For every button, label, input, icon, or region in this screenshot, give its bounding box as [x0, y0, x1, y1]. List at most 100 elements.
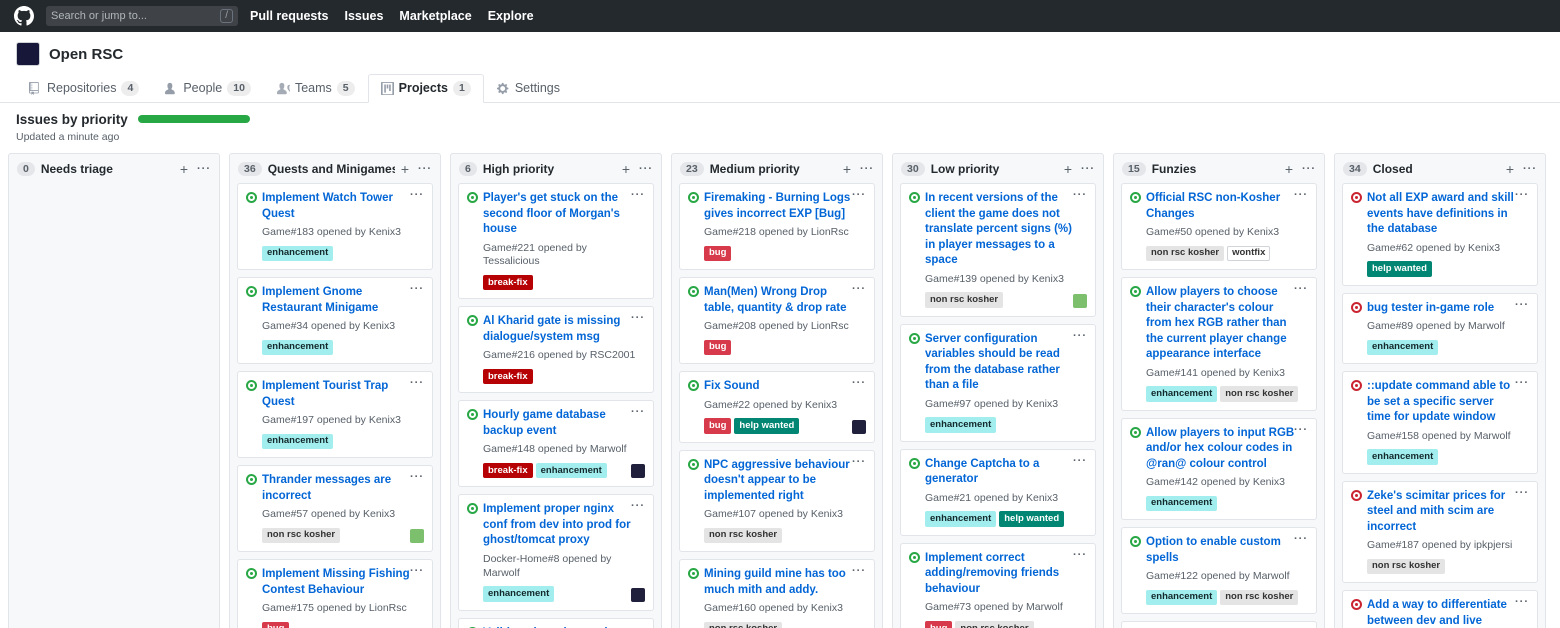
card-menu-button[interactable]: ···: [1294, 189, 1308, 201]
card-menu-button[interactable]: ···: [1515, 299, 1529, 311]
search-box[interactable]: /: [46, 6, 238, 26]
card-menu-button[interactable]: ···: [410, 189, 424, 201]
nav-explore[interactable]: Explore: [488, 9, 534, 23]
issue-card[interactable]: ··· Option to enable custom spells Game#…: [1121, 527, 1317, 614]
issue-card[interactable]: ··· Validate that a human is creating ch…: [458, 618, 654, 628]
issue-card[interactable]: ··· NPC aggressive behaviour doesn't app…: [679, 450, 875, 553]
card-menu-button[interactable]: ···: [1294, 533, 1308, 545]
issue-card[interactable]: ··· Allow players to input RGB and/or he…: [1121, 418, 1317, 521]
issue-card[interactable]: ··· Be able to completely disable lotter…: [1121, 621, 1317, 628]
column-menu-button[interactable]: ···: [197, 163, 211, 175]
card-menu-button[interactable]: ···: [1294, 424, 1308, 436]
card-menu-button[interactable]: ···: [1515, 596, 1529, 608]
card-menu-button[interactable]: ···: [410, 565, 424, 577]
card-menu-button[interactable]: ···: [852, 377, 866, 389]
card-title[interactable]: Zeke's scimitar prices for steel and mit…: [1367, 489, 1529, 536]
github-logo-icon[interactable]: [14, 6, 34, 26]
avatar[interactable]: [631, 464, 645, 478]
add-card-button[interactable]: +: [180, 162, 188, 176]
card-menu-button[interactable]: ···: [410, 283, 424, 295]
card-menu-button[interactable]: ···: [852, 189, 866, 201]
column-menu-button[interactable]: ···: [418, 163, 432, 175]
issue-card[interactable]: ··· Fix Sound Game#22 opened by Kenix3 b…: [679, 371, 875, 443]
card-menu-button[interactable]: ···: [1073, 330, 1087, 342]
add-card-button[interactable]: +: [1285, 162, 1293, 176]
card-title[interactable]: Thrander messages are incorrect: [262, 473, 424, 504]
card-menu-button[interactable]: ···: [1515, 487, 1529, 499]
org-avatar[interactable]: [16, 42, 40, 66]
issue-card[interactable]: ··· Thrander messages are incorrect Game…: [237, 465, 433, 552]
card-title[interactable]: Al Kharid gate is missing dialogue/syste…: [483, 314, 645, 345]
card-title[interactable]: Implement Gnome Restaurant Minigame: [262, 285, 424, 316]
tab-projects[interactable]: Projects 1: [368, 74, 484, 103]
card-title[interactable]: Implement Tourist Trap Quest: [262, 379, 424, 410]
card-menu-button[interactable]: ···: [410, 377, 424, 389]
column-menu-button[interactable]: ···: [1523, 163, 1537, 175]
card-menu-button[interactable]: ···: [1294, 283, 1308, 295]
issue-card[interactable]: ··· bug tester in-game role Game#89 open…: [1342, 293, 1538, 365]
card-menu-button[interactable]: ···: [1073, 189, 1087, 201]
tab-settings[interactable]: Settings: [484, 74, 573, 103]
issue-card[interactable]: ··· Mining guild mine has too much mith …: [679, 559, 875, 628]
card-menu-button[interactable]: ···: [410, 471, 424, 483]
issue-card[interactable]: ··· Server configuration variables shoul…: [900, 324, 1096, 442]
card-menu-button[interactable]: ···: [631, 624, 645, 628]
card-title[interactable]: ::update command able to be set a specif…: [1367, 379, 1529, 426]
issue-card[interactable]: ··· Implement proper nginx conf from dev…: [458, 494, 654, 610]
card-menu-button[interactable]: ···: [631, 406, 645, 418]
column-menu-button[interactable]: ···: [860, 163, 874, 175]
issue-card[interactable]: ··· Implement Missing Fishing Contest Be…: [237, 559, 433, 628]
add-card-button[interactable]: +: [622, 162, 630, 176]
card-title[interactable]: Implement proper nginx conf from dev int…: [483, 502, 645, 549]
avatar[interactable]: [410, 529, 424, 543]
issue-card[interactable]: ··· Implement correct adding/removing fr…: [900, 543, 1096, 628]
issue-card[interactable]: ··· Hourly game database backup event Ga…: [458, 400, 654, 487]
card-title[interactable]: Allow players to choose their character'…: [1146, 285, 1308, 363]
card-title[interactable]: Option to enable custom spells: [1146, 535, 1308, 566]
issue-card[interactable]: ··· Al Kharid gate is missing dialogue/s…: [458, 306, 654, 393]
add-card-button[interactable]: +: [1506, 162, 1514, 176]
card-menu-button[interactable]: ···: [631, 312, 645, 324]
card-title[interactable]: In recent versions of the client the gam…: [925, 191, 1087, 269]
issue-card[interactable]: ··· Implement Gnome Restaurant Minigame …: [237, 277, 433, 364]
add-card-button[interactable]: +: [1064, 162, 1072, 176]
card-title[interactable]: Man(Men) Wrong Drop table, quantity & dr…: [704, 285, 866, 316]
nav-marketplace[interactable]: Marketplace: [399, 9, 471, 23]
card-title[interactable]: Mining guild mine has too much mith and …: [704, 567, 866, 598]
card-title[interactable]: Implement correct adding/removing friend…: [925, 551, 1087, 598]
card-title[interactable]: Implement Watch Tower Quest: [262, 191, 424, 222]
card-menu-button[interactable]: ···: [1073, 455, 1087, 467]
card-menu-button[interactable]: ···: [1515, 377, 1529, 389]
card-title[interactable]: Add a way to differentiate between dev a…: [1367, 598, 1529, 628]
card-title[interactable]: Implement Missing Fishing Contest Behavi…: [262, 567, 424, 598]
column-menu-button[interactable]: ···: [1302, 163, 1316, 175]
issue-card[interactable]: ··· Player's get stuck on the second flo…: [458, 183, 654, 299]
issue-card[interactable]: ··· Implement Watch Tower Quest Game#183…: [237, 183, 433, 270]
nav-pull-requests[interactable]: Pull requests: [250, 9, 329, 23]
card-title[interactable]: Change Captcha to a generator: [925, 457, 1087, 488]
issue-card[interactable]: ··· Man(Men) Wrong Drop table, quantity …: [679, 277, 875, 364]
card-title[interactable]: Allow players to input RGB and/or hex co…: [1146, 426, 1308, 473]
avatar[interactable]: [1073, 294, 1087, 308]
issue-card[interactable]: ··· ::update command able to be set a sp…: [1342, 371, 1538, 474]
issue-card[interactable]: ··· Change Captcha to a generator Game#2…: [900, 449, 1096, 536]
card-title[interactable]: NPC aggressive behaviour doesn't appear …: [704, 458, 866, 505]
issue-card[interactable]: ··· Allow players to choose their charac…: [1121, 277, 1317, 411]
card-menu-button[interactable]: ···: [631, 189, 645, 201]
avatar[interactable]: [631, 588, 645, 602]
card-title[interactable]: Player's get stuck on the second floor o…: [483, 191, 645, 238]
issue-card[interactable]: ··· Zeke's scimitar prices for steel and…: [1342, 481, 1538, 584]
card-title[interactable]: Fix Sound: [704, 379, 866, 395]
card-menu-button[interactable]: ···: [631, 500, 645, 512]
avatar[interactable]: [852, 420, 866, 434]
card-title[interactable]: Server configuration variables should be…: [925, 332, 1087, 394]
card-title[interactable]: Official RSC non-Kosher Changes: [1146, 191, 1308, 222]
column-menu-button[interactable]: ···: [1081, 163, 1095, 175]
issue-card[interactable]: ··· Implement Tourist Trap Quest Game#19…: [237, 371, 433, 458]
card-title[interactable]: Hourly game database backup event: [483, 408, 645, 439]
card-menu-button[interactable]: ···: [852, 283, 866, 295]
add-card-button[interactable]: +: [843, 162, 851, 176]
tab-people[interactable]: People 10: [152, 74, 264, 103]
add-card-button[interactable]: +: [401, 162, 409, 176]
issue-card[interactable]: ··· Not all EXP award and skill events h…: [1342, 183, 1538, 286]
